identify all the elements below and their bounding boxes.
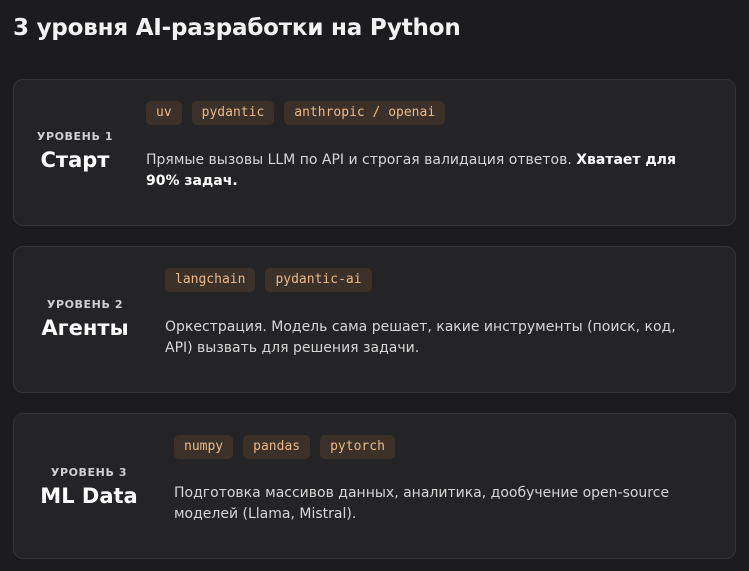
tag-anthropic-openai: anthropic / openai bbox=[284, 101, 446, 125]
page: 3 уровня AI-разработки на Python УРОВЕНЬ… bbox=[0, 0, 749, 571]
page-title: 3 уровня AI-разработки на Python bbox=[13, 15, 461, 41]
level-heading: УРОВЕНЬ 1 Старт bbox=[34, 130, 116, 172]
level-name: Агенты bbox=[41, 316, 129, 340]
level-label: УРОВЕНЬ 3 bbox=[50, 466, 128, 479]
tag-uv: uv bbox=[146, 101, 182, 125]
tag-list: uv pydantic anthropic / openai bbox=[146, 101, 446, 125]
level-card-1: УРОВЕНЬ 1 Старт uv pydantic anthropic / … bbox=[13, 79, 736, 226]
level-description: Прямые вызовы LLM по API и строгая валид… bbox=[146, 150, 706, 192]
level-card-2: УРОВЕНЬ 2 Агенты langchain pydantic-ai О… bbox=[13, 246, 736, 393]
tag-langchain: langchain bbox=[165, 268, 256, 292]
description-text: Подготовка массивов данных, аналитика, д… bbox=[174, 485, 670, 522]
tag-list: numpy pandas pytorch bbox=[174, 435, 395, 459]
tag-list: langchain pydantic-ai bbox=[165, 268, 372, 292]
level-name: ML Data bbox=[40, 484, 138, 508]
level-name: Старт bbox=[40, 148, 110, 172]
level-heading: УРОВЕНЬ 2 Агенты bbox=[34, 298, 136, 340]
level-heading: УРОВЕНЬ 3 ML Data bbox=[34, 466, 144, 508]
level-description: Подготовка массивов данных, аналитика, д… bbox=[174, 483, 719, 525]
level-label: УРОВЕНЬ 1 bbox=[36, 130, 114, 143]
level-description: Оркестрация. Модель сама решает, какие и… bbox=[165, 317, 705, 359]
level-label: УРОВЕНЬ 2 bbox=[46, 298, 124, 311]
tag-pydantic: pydantic bbox=[191, 101, 275, 125]
tag-pandas: pandas bbox=[243, 435, 311, 459]
level-card-3: УРОВЕНЬ 3 ML Data numpy pandas pytorch П… bbox=[13, 413, 736, 559]
description-text: Оркестрация. Модель сама решает, какие и… bbox=[165, 319, 676, 356]
tag-numpy: numpy bbox=[174, 435, 234, 459]
description-text: Прямые вызовы LLM по API и строгая валид… bbox=[146, 152, 577, 168]
tag-pydantic-ai: pydantic-ai bbox=[265, 268, 372, 292]
tag-pytorch: pytorch bbox=[320, 435, 395, 459]
